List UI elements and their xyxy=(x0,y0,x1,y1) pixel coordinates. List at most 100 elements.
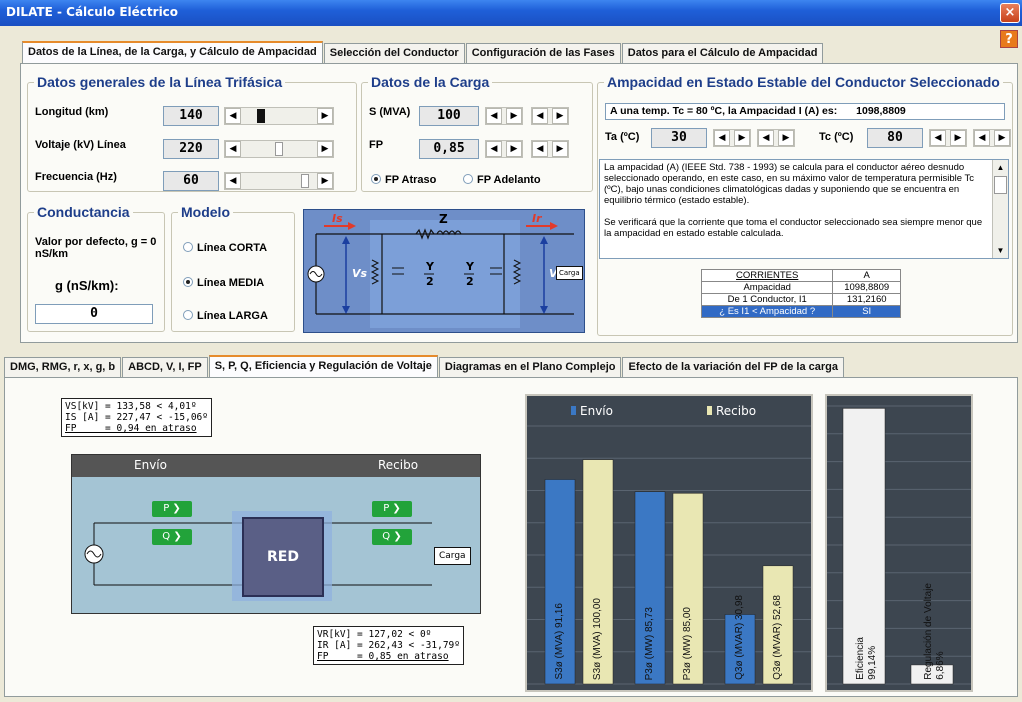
s-mva-spinner[interactable]: ◀ ▶ xyxy=(485,107,523,125)
y-denominator: 2 xyxy=(466,275,474,288)
scroll-right-icon[interactable]: ▶ xyxy=(734,130,750,146)
readout-line: FP = 0,94 en atraso xyxy=(65,423,197,434)
tab-abcd[interactable]: ABCD, V, I, FP xyxy=(122,357,208,377)
help-icon[interactable]: ? xyxy=(1000,30,1018,48)
frecuencia-value[interactable]: 60 xyxy=(163,171,219,191)
scroll-left-icon[interactable]: ◀ xyxy=(486,108,502,124)
scroll-right-icon[interactable]: ▶ xyxy=(506,108,522,124)
scroll-left-icon[interactable]: ◀ xyxy=(225,173,241,189)
radio-dot-icon xyxy=(183,242,193,252)
table-row: De 1 Conductor, I1 131,2160 xyxy=(700,293,901,306)
scroll-down-icon[interactable]: ▼ xyxy=(993,243,1008,258)
table-row[interactable]: ¿ Es I1 < Ampacidad ? SI xyxy=(700,305,901,318)
radio-dot-icon xyxy=(371,174,381,184)
scroll-left-icon[interactable]: ◀ xyxy=(974,130,990,146)
table-cell: ¿ Es I1 < Ampacidad ? xyxy=(700,305,834,318)
legend-swatch xyxy=(707,406,712,415)
tab-spq-eficiencia[interactable]: S, P, Q, Eficiencia y Regulación de Volt… xyxy=(208,355,438,377)
bar-label-line: Eficiencia xyxy=(855,637,866,680)
readout-line: VR[kV] = 127,02 < 0º xyxy=(317,629,432,640)
slider-thumb[interactable] xyxy=(275,142,283,156)
longitud-slider[interactable]: ◀ ▶ xyxy=(224,107,334,125)
scroll-left-icon[interactable]: ◀ xyxy=(486,141,502,157)
scroll-left-icon[interactable]: ◀ xyxy=(758,130,774,146)
modelo-media-radio[interactable]: Línea MEDIA xyxy=(183,277,264,289)
description-scrollbar[interactable]: ▲ ▼ xyxy=(992,160,1008,258)
legend-label: Recibo xyxy=(716,404,757,418)
tab-label: ABCD, V, I, FP xyxy=(128,361,202,373)
close-button[interactable]: × xyxy=(1000,3,1020,23)
scroll-right-icon[interactable]: ▶ xyxy=(317,173,333,189)
tc-spinner[interactable]: ◀ ▶ xyxy=(929,129,967,147)
bar-label-0: S3ø (MVA) 91,16 xyxy=(554,603,565,680)
voltaje-label: Voltaje (kV) Línea xyxy=(35,139,126,151)
scroll-right-icon[interactable]: ▶ xyxy=(317,108,333,124)
tab-diagramas-complejo[interactable]: Diagramas en el Plano Complejo xyxy=(438,357,622,377)
tab-datos-ampacidad[interactable]: Datos para el Cálculo de Ampacidad xyxy=(621,43,824,63)
scroll-left-icon[interactable]: ◀ xyxy=(225,108,241,124)
tab-configuracion-fases[interactable]: Configuración de las Fases xyxy=(465,43,621,63)
top-panel: Datos generales de la Línea Trifásica Lo… xyxy=(20,63,1018,343)
scroll-right-icon[interactable]: ▶ xyxy=(552,141,568,157)
table-cell: SI xyxy=(832,305,901,318)
longitud-value[interactable]: 140 xyxy=(163,106,219,126)
modelo-title: Modelo xyxy=(181,204,230,220)
scroll-right-icon[interactable]: ▶ xyxy=(778,130,794,146)
scroll-right-icon[interactable]: ▶ xyxy=(552,108,568,124)
scroll-right-icon[interactable]: ▶ xyxy=(994,130,1010,146)
frecuencia-label: Frecuencia (Hz) xyxy=(35,171,117,183)
p-label: P xyxy=(383,503,390,514)
tab-datos-linea[interactable]: Datos de la Línea, de la Carga, y Cálcul… xyxy=(22,41,323,63)
scroll-left-icon[interactable]: ◀ xyxy=(225,141,241,157)
tab-dmg-rmg[interactable]: DMG, RMG, r, x, g, b xyxy=(4,357,122,377)
scroll-left-icon[interactable]: ◀ xyxy=(714,130,730,146)
slider-thumb[interactable] xyxy=(257,109,265,123)
bar-label-0: Eficiencia 99,14% xyxy=(855,637,879,680)
ta-value[interactable]: 30 xyxy=(651,128,707,148)
fp-atraso-radio[interactable]: FP Atraso xyxy=(371,174,436,186)
scroll-right-icon[interactable]: ▶ xyxy=(317,141,333,157)
sending-readout: VS[kV] = 133,58 < 4,01º IS [A] = 227,47 <… xyxy=(61,398,212,437)
bar-label-1: S3ø (MVA) 100,00 xyxy=(592,597,603,680)
legend-swatch xyxy=(571,406,576,415)
scroll-left-icon[interactable]: ◀ xyxy=(532,108,548,124)
spq-chart-svg xyxy=(527,425,811,685)
ta-spinner[interactable]: ◀ ▶ xyxy=(713,129,751,147)
scroll-thumb[interactable] xyxy=(994,176,1007,194)
efficiency-chart: Eficiencia 99,14% Regulación de Voltaje 6,8… xyxy=(825,394,973,692)
q-recibo-arrow: Q ❯ xyxy=(372,529,412,545)
scroll-left-icon[interactable]: ◀ xyxy=(532,141,548,157)
scroll-right-icon[interactable]: ▶ xyxy=(506,141,522,157)
fp-spinner[interactable]: ◀ ▶ xyxy=(485,140,523,158)
s-mva-value[interactable]: 100 xyxy=(419,106,479,126)
radio-dot-icon xyxy=(183,310,193,320)
s-mva-label: S (MVA) xyxy=(369,106,411,118)
fp-adelanto-radio[interactable]: FP Adelanto xyxy=(463,174,541,186)
close-icon: × xyxy=(1004,5,1016,20)
g-input[interactable]: 0 xyxy=(35,304,153,324)
legend-label: Envío xyxy=(580,404,613,418)
tab-label: Configuración de las Fases xyxy=(471,47,615,59)
voltaje-value[interactable]: 220 xyxy=(163,139,219,159)
radio-label: FP Atraso xyxy=(385,174,437,186)
slider-thumb[interactable] xyxy=(301,174,309,188)
tc-spinner-2[interactable]: ◀ ▶ xyxy=(973,129,1011,147)
modelo-corta-radio[interactable]: Línea CORTA xyxy=(183,242,267,254)
tab-seleccion-conductor[interactable]: Selección del Conductor xyxy=(323,43,465,63)
scroll-right-icon[interactable]: ▶ xyxy=(950,130,966,146)
fp-spinner-2[interactable]: ◀ ▶ xyxy=(531,140,569,158)
ta-spinner-2[interactable]: ◀ ▶ xyxy=(757,129,795,147)
scroll-left-icon[interactable]: ◀ xyxy=(930,130,946,146)
fp-value[interactable]: 0,85 xyxy=(419,139,479,159)
tab-efecto-fp[interactable]: Efecto de la variación del FP de la carg… xyxy=(622,357,844,377)
voltaje-slider[interactable]: ◀ ▶ xyxy=(224,140,334,158)
y-numerator: Y xyxy=(466,260,474,273)
ampacidad-result-value: 1098,8809 xyxy=(856,105,906,117)
frecuencia-slider[interactable]: ◀ ▶ xyxy=(224,172,334,190)
ampacidad-description[interactable]: La ampacidad (A) (IEEE Std. 738 - 1993) … xyxy=(599,159,1009,259)
bar-label-line: 99,14% xyxy=(867,646,878,680)
tc-value[interactable]: 80 xyxy=(867,128,923,148)
scroll-up-icon[interactable]: ▲ xyxy=(993,160,1008,175)
modelo-larga-radio[interactable]: Línea LARGA xyxy=(183,310,268,322)
s-mva-spinner-2[interactable]: ◀ ▶ xyxy=(531,107,569,125)
